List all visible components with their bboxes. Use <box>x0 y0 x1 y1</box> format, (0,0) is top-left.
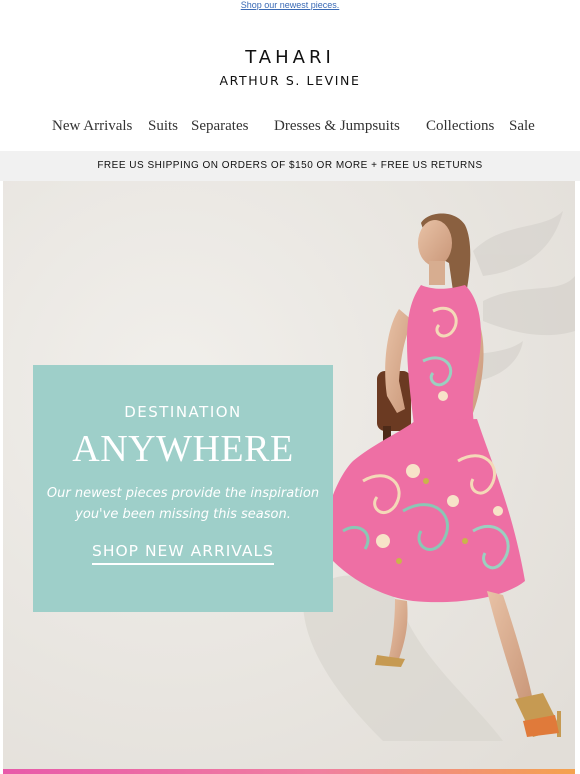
hero-eyebrow: DESTINATION <box>124 403 242 421</box>
shop-newest-link[interactable]: Shop our newest pieces. <box>241 0 340 10</box>
hero-copy-line-2: you've been missing this season. <box>75 507 291 522</box>
hero-copy-line-1: Our newest pieces provide the inspiratio… <box>46 486 320 501</box>
bottom-accent-bar <box>3 769 575 774</box>
nav-sale[interactable]: Sale <box>509 118 535 135</box>
nav-collections[interactable]: Collections <box>426 118 494 135</box>
logo-subline: ARTHUR S. LEVINE <box>219 73 361 88</box>
logo-brand: TAHARI <box>245 47 335 68</box>
brand-logo[interactable]: TAHARI ARTHUR S. LEVINE <box>0 48 580 89</box>
nav-suits[interactable]: Suits <box>148 118 178 135</box>
hero-copy: Our newest pieces provide the inspiratio… <box>33 483 333 525</box>
shop-new-arrivals-button[interactable]: SHOP NEW ARRIVALS <box>33 542 333 565</box>
nav-separates[interactable]: Separates <box>191 118 248 135</box>
cta-label: SHOP NEW ARRIVALS <box>91 542 274 565</box>
main-nav: New Arrivals Suits Separates Dresses & J… <box>0 118 580 138</box>
nav-dresses-jumpsuits[interactable]: Dresses & Jumpsuits <box>274 118 400 135</box>
hero-headline: ANYWHERE <box>72 428 294 470</box>
preheader: Shop our newest pieces. <box>0 0 580 10</box>
nav-new-arrivals[interactable]: New Arrivals <box>52 118 132 135</box>
hero-banner[interactable]: DESTINATION ANYWHERE Our newest pieces p… <box>3 181 575 769</box>
shipping-banner: FREE US SHIPPING ON ORDERS OF $150 OR MO… <box>0 151 580 181</box>
promo-panel[interactable]: DESTINATION ANYWHERE Our newest pieces p… <box>33 365 333 612</box>
